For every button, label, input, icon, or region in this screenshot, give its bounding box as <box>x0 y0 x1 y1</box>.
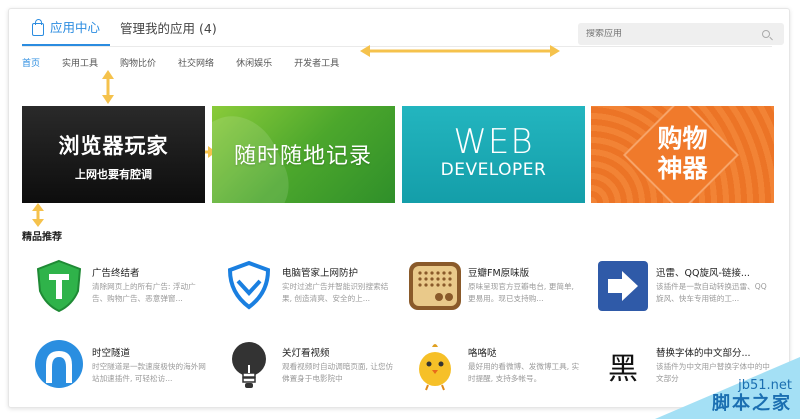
app-desc: 该插件是一款自动转换迅雷、QQ旋风、快车专用链的工... <box>656 282 767 303</box>
banner-title: 购物 神器 <box>657 124 708 183</box>
tunnel-icon <box>35 340 83 388</box>
app-name: 关灯看视频 <box>282 348 330 359</box>
annotation-arrow-horizontal <box>360 45 560 57</box>
shopping-bag-icon <box>32 18 44 36</box>
tab-manage-apps[interactable]: 管理我的应用 (4) <box>110 18 227 46</box>
app-desc: 实时过滤广告并智能识别搜索结果, 创造清爽、安全的上... <box>282 282 389 303</box>
hei-character-icon: 黑 <box>608 352 638 387</box>
banner-title: 浏览器玩家 <box>58 133 169 158</box>
banner-title: WEB <box>453 122 534 162</box>
light-bulb-icon <box>232 342 266 388</box>
banner-subtitle: DEVELOPER <box>440 160 547 180</box>
app-time-tunnel[interactable]: 时空隧道 时空隧道是一款速度极快的海外网站加速插件, 可轻松访... <box>32 339 212 399</box>
app-name: 迅雷、QQ旋风-链接... <box>656 268 750 279</box>
top-tabs: 应用中心 管理我的应用 (4) <box>22 18 227 46</box>
app-thunder-link[interactable]: 迅雷、QQ旋风-链接... 该插件是一款自动转换迅雷、QQ旋风、快车专用链的工.… <box>596 259 776 319</box>
radio-icon <box>409 262 461 310</box>
banner-subtitle: 上网也要有腔调 <box>75 168 152 181</box>
tab-app-center-label: 应用中心 <box>50 20 101 35</box>
app-douban-fm[interactable]: 豆瓣FM原味版 原味呈现官方豆瓣电台, 更简单, 更易用。现已支持购... <box>408 259 588 319</box>
banner-note-anywhere[interactable]: 随时随地记录 <box>212 106 395 203</box>
app-name: 电脑管家上网防护 <box>282 268 359 279</box>
app-pc-manager[interactable]: 电脑管家上网防护 实时过滤广告并智能识别搜索结果, 创造清爽、安全的上... <box>222 259 402 319</box>
annotation-arrow-vertical-top <box>102 70 114 104</box>
chick-icon <box>419 344 451 391</box>
blue-shield-check-icon <box>227 260 271 310</box>
green-shield-t-icon <box>36 259 82 313</box>
app-desc: 最好用的看微博、发微博工具, 实时提醒, 支持多帐号。 <box>468 362 580 383</box>
nav-utilities[interactable]: 实用工具 <box>62 56 98 69</box>
search-icon[interactable] <box>762 30 770 38</box>
category-nav: 首页 实用工具 购物比价 社交网络 休闲娱乐 开发者工具 <box>22 56 361 69</box>
app-name: 咯咯哒 <box>468 348 497 359</box>
banner-shopping[interactable]: 购物 神器 <box>591 106 774 203</box>
app-desc: 观看视频时自动调暗页面, 让您仿佛置身于电影院中 <box>282 362 394 383</box>
site-watermark: jb51.net 脚本之家 <box>655 357 800 419</box>
arrow-right-icon <box>598 261 648 311</box>
banner-web-developer[interactable]: WEB DEVELOPER <box>402 106 585 203</box>
app-name: 豆瓣FM原味版 <box>468 268 530 279</box>
nav-entertainment[interactable]: 休闲娱乐 <box>236 56 272 69</box>
nav-shopping[interactable]: 购物比价 <box>120 56 156 69</box>
app-desc: 时空隧道是一款速度极快的海外网站加速插件, 可轻松访... <box>92 362 206 383</box>
app-desc: 清除网页上的所有广告: 浮动广告、购物广告、恶意弹窗... <box>92 282 196 303</box>
banner-browser-player[interactable]: 浏览器玩家 上网也要有腔调 <box>22 106 205 203</box>
section-title-featured: 精品推荐 <box>22 232 62 243</box>
search-box[interactable] <box>578 23 784 45</box>
tab-app-center[interactable]: 应用中心 <box>22 18 111 46</box>
nav-home[interactable]: 首页 <box>22 56 40 69</box>
search-input[interactable] <box>586 29 756 39</box>
app-gegeda[interactable]: 咯咯哒 最好用的看微博、发微博工具, 实时提醒, 支持多帐号。 <box>408 339 588 399</box>
app-ad-terminator[interactable]: 广告终结者 清除网页上的所有广告: 浮动广告、购物广告、恶意弹窗... <box>32 259 212 319</box>
app-lights-off[interactable]: 关灯看视频 观看视频时自动调暗页面, 让您仿佛置身于电影院中 <box>222 339 402 399</box>
app-name: 时空隧道 <box>92 348 131 359</box>
nav-developer-tools[interactable]: 开发者工具 <box>294 56 339 69</box>
banner-title: 随时随地记录 <box>234 144 373 169</box>
watermark-name: 脚本之家 <box>712 393 792 414</box>
annotation-arrow-vertical-bottom <box>32 203 44 227</box>
tab-manage-apps-label: 管理我的应用 (4) <box>120 21 217 36</box>
nav-social[interactable]: 社交网络 <box>178 56 214 69</box>
app-desc: 原味呈现官方豆瓣电台, 更简单, 更易用。现已支持购... <box>468 282 574 303</box>
app-name: 广告终结者 <box>92 268 140 279</box>
